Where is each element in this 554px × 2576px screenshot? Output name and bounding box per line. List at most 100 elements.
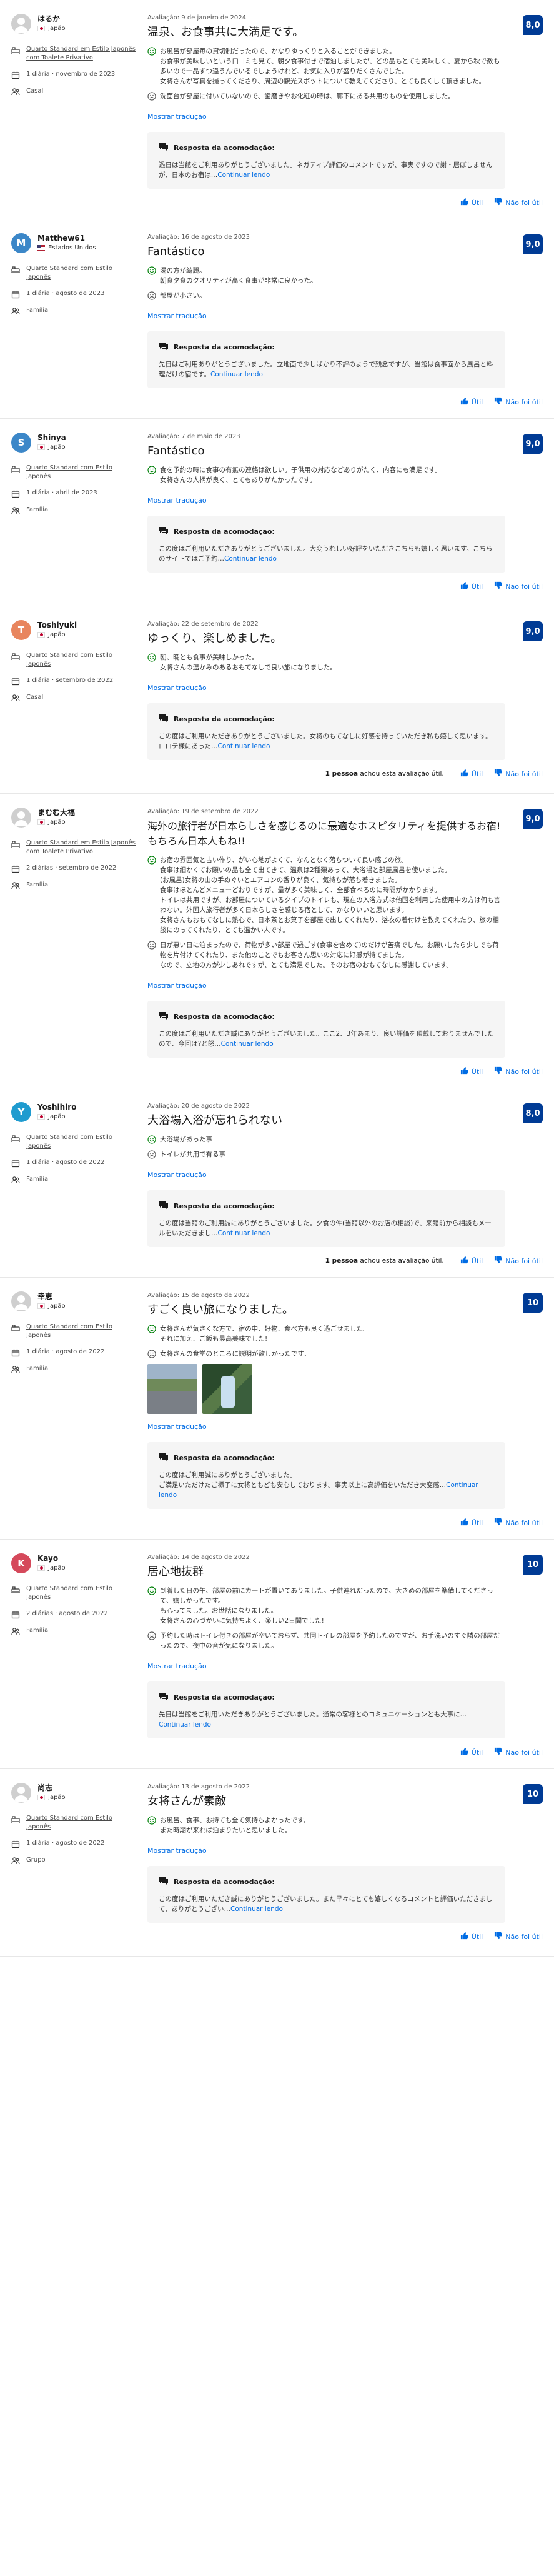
continue-reading-link[interactable]: Continuar lendo: [218, 1230, 270, 1237]
room-type-link[interactable]: Quarto Standard com Estilo Japonês: [26, 651, 136, 669]
review-title: 大浴場入浴が忘れられない: [147, 1114, 282, 1127]
people-icon: [11, 307, 20, 316]
reviewer-country: Japão: [37, 1301, 66, 1311]
not-useful-button[interactable]: Não foi útil: [494, 397, 543, 407]
review-content: Avaliação: 16 de agosto de 2023 Fantástic…: [147, 233, 543, 388]
bed-icon: [11, 1323, 20, 1332]
continue-reading-link[interactable]: Continuar lendo: [217, 171, 270, 179]
show-translation-link[interactable]: Mostrar tradução: [147, 1847, 207, 1855]
room-type: Quarto Standard com Estilo Japonês: [11, 1323, 136, 1340]
useful-button[interactable]: Útil: [460, 1747, 483, 1757]
useful-button[interactable]: Útil: [460, 198, 483, 208]
continue-reading-link[interactable]: Continuar lendo: [159, 1721, 211, 1728]
review-title: 女将さんが素敵: [147, 1795, 226, 1808]
not-useful-button[interactable]: Não foi útil: [494, 581, 543, 591]
not-useful-button[interactable]: Não foi útil: [494, 1747, 543, 1757]
flag-icon: [37, 1795, 45, 1800]
people-icon: [11, 1627, 20, 1636]
room-type-link[interactable]: Quarto Standard com Estilo Japonês: [26, 464, 136, 481]
response-header: Resposta da acomodação:: [159, 341, 494, 353]
review-votes: Útil Não foi útil: [11, 1518, 543, 1528]
not-useful-button[interactable]: Não foi útil: [494, 198, 543, 208]
stay-info: 1 diária · agosto de 2022: [11, 1158, 136, 1168]
not-useful-button[interactable]: Não foi útil: [494, 769, 543, 779]
chat-bubbles-icon: [159, 1452, 174, 1464]
reviewer-country: Estados Unidos: [37, 243, 96, 253]
room-type-link[interactable]: Quarto Standard com Estilo Japonês: [26, 1133, 136, 1151]
show-translation-link[interactable]: Mostrar tradução: [147, 1171, 207, 1179]
flag-icon: [37, 1565, 45, 1571]
room-type-link[interactable]: Quarto Standard em Estilo Japonês com To…: [26, 839, 136, 856]
continue-reading-link[interactable]: Continuar lendo: [230, 1905, 283, 1913]
room-type-link[interactable]: Quarto Standard com Estilo Japonês: [26, 264, 136, 282]
room-type-link[interactable]: Quarto Standard com Estilo Japonês: [26, 1814, 136, 1832]
useful-button[interactable]: Útil: [460, 1066, 483, 1076]
reviewer-info: M Matthew61 Estados Unidos Quarto Standard …: [11, 233, 136, 316]
show-translation-link[interactable]: Mostrar tradução: [147, 312, 207, 320]
not-useful-button[interactable]: Não foi útil: [494, 1518, 543, 1528]
frown-icon: [147, 941, 156, 950]
reviewer: Y Yoshihiro Japão: [11, 1102, 136, 1122]
not-useful-button[interactable]: Não foi útil: [494, 1066, 543, 1076]
review-photo[interactable]: [147, 1364, 197, 1414]
frown-icon: [147, 291, 156, 300]
continue-reading-link[interactable]: Continuar lendo: [224, 555, 277, 563]
bed-icon: [11, 46, 20, 54]
country-label: Japão: [48, 1113, 66, 1120]
not-useful-button[interactable]: Não foi útil: [494, 1932, 543, 1942]
useful-button[interactable]: Útil: [460, 397, 483, 407]
property-response: Resposta da acomodação: この度はご利用いただき誠にありがと…: [147, 1001, 505, 1058]
not-useful-label: Não foi útil: [505, 1932, 543, 1941]
useful-button[interactable]: Útil: [460, 1932, 483, 1942]
reviewer: S Shinya Japão: [11, 433, 136, 453]
room-type-link[interactable]: Quarto Standard em Estilo Japonês com To…: [26, 45, 136, 63]
traveler-type-text: Casal: [26, 88, 44, 94]
show-translation-link[interactable]: Mostrar tradução: [147, 496, 207, 504]
property-response: Resposta da acomodação: 先日は当館をご利用いただきありがと…: [147, 1681, 505, 1738]
useful-button[interactable]: Útil: [460, 769, 483, 779]
review-positive: 食を予約の時に食事の有無の連絡は欲しい。子供用の対応などありがたく、内容にも満足…: [147, 465, 505, 485]
review-score-badge: 10: [523, 1784, 543, 1804]
bed-icon: [11, 464, 20, 473]
flag-icon: [37, 632, 45, 638]
not-useful-button[interactable]: Não foi útil: [494, 1256, 543, 1266]
review-date: Avaliação: 16 de agosto de 2023: [147, 234, 250, 241]
property-response: Resposta da acomodação: 過日は当館をご利用ありがとうござい…: [147, 132, 505, 189]
reviewer-name: 尚志: [37, 1783, 53, 1792]
reviewer-text: Toshiyuki Japão: [37, 620, 77, 639]
reviewer-text: 尚志 Japão: [37, 1783, 66, 1802]
review-title: ゆっくり、楽しめました。: [147, 632, 282, 645]
continue-reading-link[interactable]: Continuar lendo: [210, 371, 263, 378]
flag-icon: [37, 444, 45, 450]
show-translation-link[interactable]: Mostrar tradução: [147, 113, 207, 121]
show-translation-link[interactable]: Mostrar tradução: [147, 1662, 207, 1670]
response-text: 先日はご利用ありがとうございました。立地面で少しばかり不評のようで残念ですが、当…: [159, 361, 493, 378]
useful-button[interactable]: Útil: [460, 1518, 483, 1528]
useful-label: Útil: [471, 582, 483, 591]
room-type-link[interactable]: Quarto Standard com Estilo Japonês: [26, 1585, 136, 1602]
review-card: 尚志 Japão Quarto Standard com Estilo Japonê…: [0, 1769, 554, 1957]
useful-button[interactable]: Útil: [460, 581, 483, 591]
useful-label: Útil: [471, 1256, 483, 1265]
reviewer-name: Matthew61: [37, 234, 85, 243]
continue-reading-link[interactable]: Continuar lendo: [218, 743, 270, 750]
frown-icon: [147, 92, 156, 101]
review-votes: Útil Não foi útil: [11, 581, 543, 591]
room-type-link[interactable]: Quarto Standard com Estilo Japonês: [26, 1323, 136, 1340]
show-translation-link[interactable]: Mostrar tradução: [147, 684, 207, 692]
reviewer-name: 幸恵: [37, 1292, 53, 1301]
chat-bubbles-icon: [159, 1200, 174, 1212]
review-title: Fantástico: [147, 245, 205, 258]
show-translation-link[interactable]: Mostrar tradução: [147, 1423, 207, 1431]
continue-reading-link[interactable]: Continuar lendo: [221, 1040, 274, 1048]
useful-button[interactable]: Útil: [460, 1256, 483, 1266]
traveler-type: Grupo: [11, 1856, 136, 1865]
review-photo[interactable]: [202, 1364, 252, 1414]
reviewer-text: まむむ大福 Japão: [37, 808, 75, 827]
show-translation-link[interactable]: Mostrar tradução: [147, 981, 207, 990]
response-header: Resposta da acomodação:: [159, 1876, 494, 1888]
reviewer: T Toshiyuki Japão: [11, 620, 136, 640]
stay-text: 1 diária · abril de 2023: [26, 489, 97, 496]
review-date: Avaliação: 14 de agosto de 2022: [147, 1554, 250, 1561]
useful-label: Útil: [471, 198, 483, 207]
